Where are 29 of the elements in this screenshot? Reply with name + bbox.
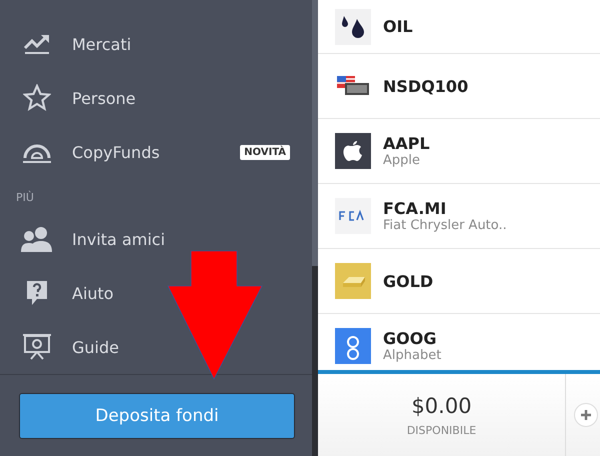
instrument-name: Alphabet — [383, 348, 442, 363]
apple-icon — [335, 133, 371, 169]
scrollbar[interactable] — [312, 0, 318, 266]
menu-item[interactable]: Guide — [72, 338, 119, 356]
balance-label: DISPONIBILE — [406, 424, 476, 436]
new-badge: NOVITÀ — [240, 144, 290, 160]
add-icon[interactable] — [574, 403, 598, 427]
drops-icon — [335, 8, 371, 44]
ingot-icon — [335, 263, 371, 299]
menu-item[interactable]: Persone — [72, 88, 136, 108]
instrument-symbol[interactable]: OIL — [383, 17, 413, 36]
instrument-name: Fiat Chrysler Auto.. — [383, 218, 507, 233]
menu-item[interactable]: CopyFunds — [72, 142, 160, 162]
deposit-button[interactable]: Deposita fondi — [19, 392, 295, 438]
star-icon — [20, 84, 54, 112]
instrument-symbol[interactable]: NSDQ100 — [383, 76, 468, 96]
presentation-icon — [20, 333, 54, 361]
menu-item[interactable]: Mercati — [72, 34, 132, 54]
balance-amount: $0.00 — [411, 394, 472, 418]
instrument-symbol[interactable]: GOOG — [383, 329, 442, 348]
people-icon — [20, 226, 54, 252]
instrument-symbol[interactable]: AAPL — [383, 134, 430, 153]
menu-item[interactable]: Invita amici — [72, 230, 166, 248]
menu-item[interactable]: Aiuto — [72, 284, 114, 302]
section-heading: PIÙ — [15, 190, 35, 206]
instrument-symbol[interactable]: FCA.MI — [383, 199, 507, 218]
instrument-name: Apple — [383, 153, 422, 168]
arrow-icon — [167, 250, 263, 380]
instrument-symbol[interactable]: GOLD — [383, 272, 434, 290]
